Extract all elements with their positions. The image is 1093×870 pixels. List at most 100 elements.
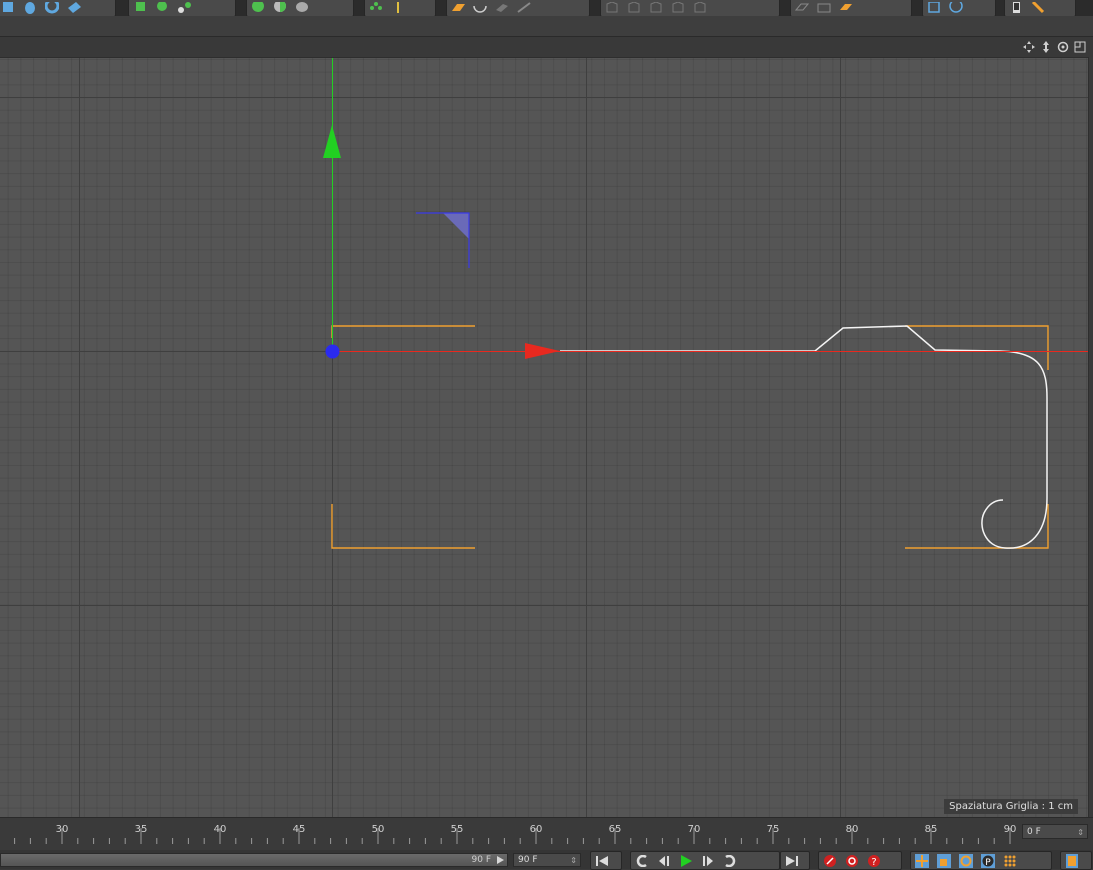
snap-settings-icon[interactable] bbox=[815, 1, 833, 15]
toolbar-group-snapping bbox=[790, 0, 912, 16]
workplane-mode-icon[interactable] bbox=[647, 1, 665, 15]
environment-disabled-icon[interactable] bbox=[515, 1, 533, 15]
cube-primitive-icon[interactable] bbox=[0, 1, 17, 15]
x-axis-arrow-handle[interactable] bbox=[525, 343, 560, 359]
toolbar-group-axis bbox=[922, 0, 996, 16]
y-axis-arrow-handle[interactable] bbox=[323, 125, 341, 158]
boole-icon[interactable] bbox=[153, 1, 171, 15]
xy-plane-handle[interactable] bbox=[416, 212, 470, 268]
main-toolbar bbox=[0, 0, 1093, 16]
model-mode-icon[interactable] bbox=[603, 1, 621, 15]
playback-bar: 90 F 90 F ⇕ ? P bbox=[0, 850, 1093, 870]
autokeying-icon[interactable] bbox=[841, 853, 863, 869]
toolbar-group-extras bbox=[1004, 0, 1076, 16]
ruler-label: 80 bbox=[846, 824, 859, 835]
next-key-icon[interactable] bbox=[719, 853, 741, 869]
toolbar-group-modes bbox=[600, 0, 780, 16]
svg-text:P: P bbox=[985, 858, 991, 868]
key-type-controls: P bbox=[910, 851, 1052, 870]
workplane-circle-icon[interactable] bbox=[947, 1, 965, 15]
origin-handle[interactable] bbox=[325, 344, 340, 359]
light-icon[interactable] bbox=[389, 1, 407, 15]
ruler-label: 60 bbox=[530, 824, 543, 835]
floor-icon[interactable] bbox=[449, 1, 467, 15]
ruler-label: 40 bbox=[214, 824, 227, 835]
ruler-label: 90 bbox=[1004, 824, 1017, 835]
end-frame-value: 90 F bbox=[518, 855, 538, 865]
keyframe-selection-icon[interactable]: ? bbox=[863, 853, 885, 869]
record-active-objects-icon[interactable] bbox=[819, 853, 841, 869]
go-to-start-icon[interactable] bbox=[591, 853, 613, 869]
grid-spacing-label: Spaziatura Griglia : 1 cm bbox=[944, 799, 1078, 814]
ruler-label: 45 bbox=[293, 824, 306, 835]
phone-icon[interactable] bbox=[1007, 1, 1025, 15]
next-frame-icon[interactable] bbox=[697, 853, 719, 869]
null-object-icon[interactable] bbox=[367, 1, 385, 15]
timeline-layout-group bbox=[1060, 851, 1092, 870]
toolbar-group-environment bbox=[446, 0, 590, 16]
spline-generator-icon[interactable] bbox=[175, 1, 193, 15]
ruler-label: 65 bbox=[609, 824, 622, 835]
locked-workplane-icon[interactable] bbox=[925, 1, 943, 15]
timeline-ruler[interactable]: 30 35 40 45 50 55 60 65 70 75 80 85 90 bbox=[0, 818, 1018, 851]
points-mode-icon[interactable] bbox=[669, 1, 687, 15]
viewport-header bbox=[0, 37, 1093, 57]
snap-icon[interactable] bbox=[837, 1, 855, 15]
viewport-nav-icons bbox=[1021, 39, 1087, 54]
rotate-view-icon[interactable] bbox=[1055, 39, 1070, 54]
major-grid bbox=[0, 58, 1088, 817]
transport-controls bbox=[630, 851, 780, 870]
ruler-label: 35 bbox=[135, 824, 148, 835]
texture-mode-icon[interactable] bbox=[625, 1, 643, 15]
end-frame-field[interactable]: 90 F ⇕ bbox=[513, 853, 581, 867]
current-frame-value: 0 F bbox=[1027, 827, 1041, 837]
spinner-arrows-icon[interactable]: ⇕ bbox=[570, 854, 577, 867]
timeline-window-icon[interactable] bbox=[1061, 853, 1083, 869]
cloth-deformer-icon[interactable] bbox=[293, 1, 311, 15]
ruler-label: 85 bbox=[925, 824, 938, 835]
spline-path[interactable] bbox=[560, 325, 1048, 549]
toolbar-group-primitives bbox=[0, 0, 116, 16]
plane-primitive-icon[interactable] bbox=[65, 1, 83, 15]
maximize-view-icon[interactable] bbox=[1072, 39, 1087, 54]
ruler-label: 50 bbox=[372, 824, 385, 835]
ruler-label: 75 bbox=[767, 824, 780, 835]
go-to-start-group bbox=[590, 851, 622, 870]
ruler-label: 30 bbox=[56, 824, 69, 835]
toolbar-group-deformers bbox=[246, 0, 354, 16]
keyframe-controls: ? bbox=[818, 851, 902, 870]
sky-icon[interactable] bbox=[471, 1, 489, 15]
slider-end-label: 90 F bbox=[471, 855, 492, 865]
previous-key-icon[interactable] bbox=[631, 853, 653, 869]
twist-deformer-icon[interactable] bbox=[271, 1, 289, 15]
cylinder-primitive-icon[interactable] bbox=[21, 1, 39, 15]
polygons-mode-icon[interactable] bbox=[793, 1, 811, 15]
frame-range-slider[interactable]: 90 F bbox=[0, 853, 508, 867]
record-position-icon[interactable] bbox=[911, 853, 933, 869]
slider-end-arrow-icon[interactable] bbox=[497, 856, 504, 864]
svg-text:?: ? bbox=[871, 857, 876, 868]
ruler-label: 55 bbox=[451, 824, 464, 835]
bend-deformer-icon[interactable] bbox=[249, 1, 267, 15]
record-rotation-icon[interactable] bbox=[955, 853, 977, 869]
subdivision-icon[interactable] bbox=[131, 1, 149, 15]
toolbar-group-scene bbox=[364, 0, 436, 16]
record-scale-icon[interactable] bbox=[933, 853, 955, 869]
brush-icon[interactable] bbox=[1029, 1, 1047, 15]
record-parameter-icon[interactable]: P bbox=[977, 853, 999, 869]
record-point-level-icon[interactable] bbox=[999, 853, 1021, 869]
current-frame-field[interactable]: 0 F ⇕ bbox=[1022, 824, 1088, 839]
camera-disabled-icon[interactable] bbox=[493, 1, 511, 15]
go-to-end-icon[interactable] bbox=[781, 853, 803, 869]
spinner-arrows-icon[interactable]: ⇕ bbox=[1077, 825, 1084, 840]
viewport-menubar bbox=[0, 16, 1093, 37]
play-icon[interactable] bbox=[675, 853, 697, 869]
timeline[interactable]: 30 35 40 45 50 55 60 65 70 75 80 85 90 0 F ⇕ bbox=[0, 817, 1093, 851]
viewport-front-view[interactable]: Spaziatura Griglia : 1 cm bbox=[0, 57, 1089, 817]
pan-view-icon[interactable] bbox=[1021, 39, 1036, 54]
previous-frame-icon[interactable] bbox=[653, 853, 675, 869]
torus-primitive-icon[interactable] bbox=[43, 1, 61, 15]
zoom-view-icon[interactable] bbox=[1038, 39, 1053, 54]
ruler-label: 70 bbox=[688, 824, 701, 835]
edges-mode-icon[interactable] bbox=[691, 1, 709, 15]
